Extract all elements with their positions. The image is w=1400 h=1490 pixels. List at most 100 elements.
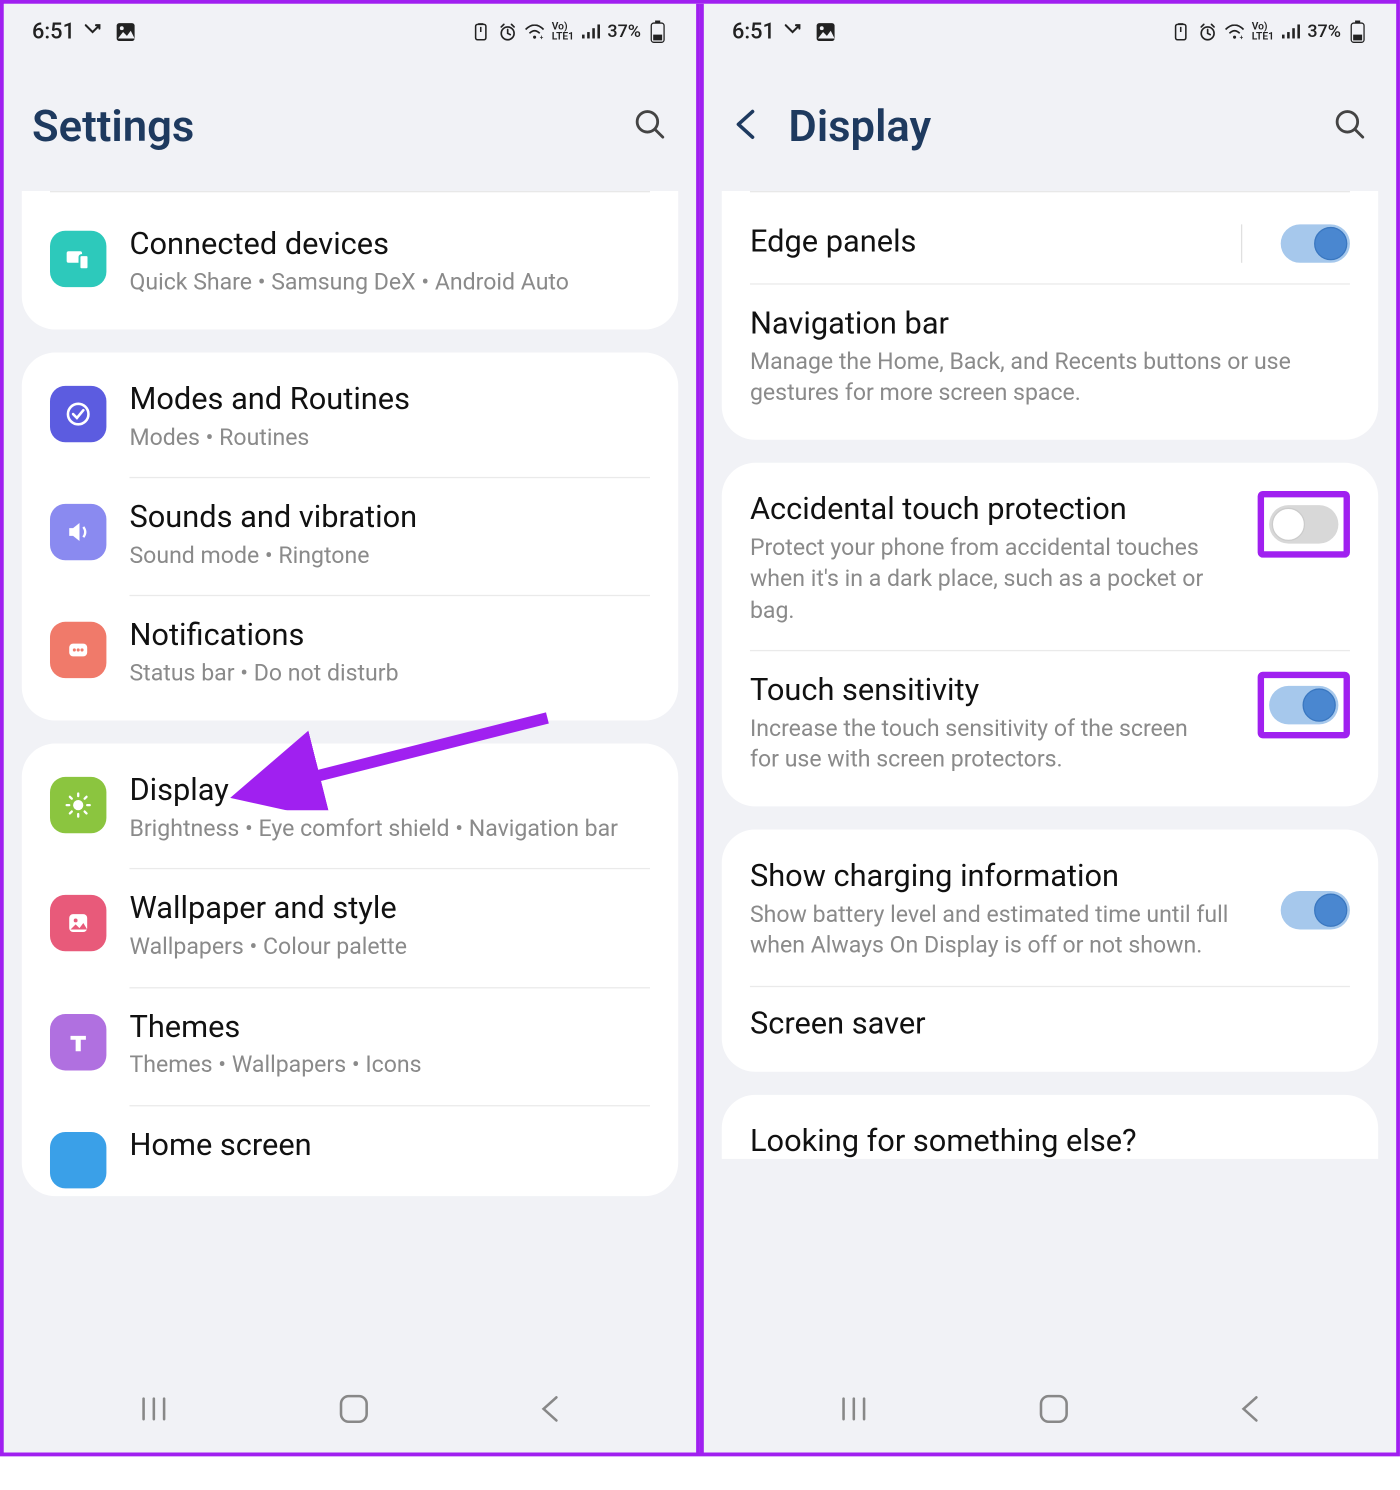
row-wallpaper[interactable]: Wallpaper and style Wallpapers • Colour … — [22, 870, 678, 987]
row-title: Accidental touch protection — [750, 491, 1222, 528]
wifi-icon: + — [525, 22, 546, 43]
nav-bar — [704, 1378, 1396, 1452]
status-time: 6:51 — [732, 19, 775, 45]
card-modes-sounds-notif: Modes and Routines Modes • Routines Soun… — [22, 353, 678, 721]
status-bar: 6:51 + Vo)LTE1 37% — [704, 4, 1396, 60]
row-title: Notifications — [129, 617, 649, 654]
row-title: Screen saver — [750, 1005, 1350, 1042]
row-subtitle: Themes • Wallpapers • Icons — [129, 1050, 649, 1081]
modes-icon — [50, 386, 106, 442]
row-subtitle: Status bar • Do not disturb — [129, 659, 649, 690]
row-edge-panels[interactable]: Edge panels — [722, 205, 1378, 283]
card-connected: Connected devices Quick Share • Samsung … — [22, 191, 678, 330]
annotation-highlight — [1258, 672, 1350, 739]
row-title: Show charging information — [750, 858, 1237, 895]
nav-home[interactable] — [337, 1392, 370, 1430]
missed-call-icon — [85, 22, 106, 43]
alarm-icon — [1198, 22, 1219, 43]
alarm-icon — [498, 22, 519, 43]
row-subtitle: Modes • Routines — [129, 423, 649, 454]
row-home[interactable]: Home screen — [22, 1106, 678, 1188]
nav-home[interactable] — [1037, 1392, 1070, 1430]
wallpaper-icon — [50, 895, 106, 951]
nav-back[interactable] — [1238, 1394, 1261, 1430]
home-screen-icon — [50, 1132, 106, 1188]
search-button[interactable] — [632, 106, 668, 147]
nav-recents[interactable] — [839, 1396, 870, 1427]
status-battery-text: 37% — [607, 22, 641, 43]
card-edge-nav: Edge panels Navigation bar Manage the Ho… — [722, 191, 1378, 440]
row-subtitle: Sound mode • Ringtone — [129, 541, 649, 572]
row-subtitle: Increase the touch sensitivity of the sc… — [750, 714, 1222, 776]
header: Settings — [4, 60, 696, 191]
edge-panels-toggle[interactable] — [1281, 225, 1350, 263]
row-subtitle: Wallpapers • Colour palette — [129, 932, 649, 963]
signal-icon — [1280, 22, 1301, 43]
row-title: Touch sensitivity — [750, 672, 1222, 709]
status-battery-text: 37% — [1307, 22, 1341, 43]
row-navigation-bar[interactable]: Navigation bar Manage the Home, Back, an… — [722, 284, 1378, 432]
battery-icon — [1347, 22, 1368, 43]
card-touch: Accidental touch protection Protect your… — [722, 463, 1378, 807]
row-title: Themes — [129, 1008, 649, 1045]
row-title: Navigation bar — [750, 305, 1350, 342]
volte-icon: Vo)LTE1 — [1252, 22, 1274, 43]
page-title: Settings — [32, 101, 194, 152]
battery-icon — [647, 22, 668, 43]
divider — [1241, 225, 1242, 263]
row-title: Connected devices — [129, 226, 649, 263]
svg-text:+: + — [1240, 34, 1244, 40]
row-title: Wallpaper and style — [129, 890, 649, 927]
row-title: Modes and Routines — [129, 381, 649, 418]
sounds-icon — [50, 504, 106, 560]
status-bar: 6:51 + Vo)LTE1 37% — [4, 4, 696, 60]
row-subtitle: Brightness • Eye comfort shield • Naviga… — [129, 814, 649, 845]
svg-text:+: + — [540, 34, 544, 40]
row-charging-info[interactable]: Show charging information Show battery l… — [722, 837, 1378, 985]
phone-settings: 6:51 + Vo)LTE1 37% Settings — [4, 4, 700, 1453]
row-notifications[interactable]: Notifications Status bar • Do not distur… — [22, 596, 678, 713]
accidental-touch-toggle[interactable] — [1269, 505, 1338, 543]
nav-back[interactable] — [538, 1394, 561, 1430]
row-subtitle: Show battery level and estimated time un… — [750, 900, 1237, 962]
card-display-group: Display Brightness • Eye comfort shield … — [22, 744, 678, 1196]
stopwatch-icon — [471, 22, 492, 43]
signal-icon — [580, 22, 601, 43]
nav-recents[interactable] — [139, 1396, 170, 1427]
row-screen-saver[interactable]: Screen saver — [722, 987, 1378, 1065]
row-title: Edge panels — [750, 223, 1208, 260]
row-display[interactable]: Display Brightness • Eye comfort shield … — [22, 752, 678, 869]
nav-bar — [4, 1378, 696, 1452]
touch-sensitivity-toggle[interactable] — [1269, 686, 1338, 724]
row-title: Sounds and vibration — [129, 499, 649, 536]
missed-call-icon — [785, 22, 806, 43]
connected-devices-icon — [50, 231, 106, 287]
header: Display — [704, 60, 1396, 191]
row-modes[interactable]: Modes and Routines Modes • Routines — [22, 360, 678, 477]
row-subtitle: Quick Share • Samsung DeX • Android Auto — [129, 268, 649, 299]
annotation-highlight — [1258, 491, 1350, 558]
wifi-icon: + — [1225, 22, 1246, 43]
stopwatch-icon — [1171, 22, 1192, 43]
search-button[interactable] — [1332, 106, 1368, 147]
looking-for-card: Looking for something else? — [722, 1095, 1378, 1159]
looking-for-text: Looking for something else? — [750, 1124, 1137, 1160]
card-charging-saver: Show charging information Show battery l… — [722, 830, 1378, 1073]
row-touch-sensitivity[interactable]: Touch sensitivity Increase the touch sen… — [722, 651, 1378, 799]
phone-display: 6:51 + Vo)LTE1 37% — [700, 4, 1396, 1453]
charging-info-toggle[interactable] — [1281, 891, 1350, 929]
row-accidental-touch[interactable]: Accidental touch protection Protect your… — [722, 471, 1378, 650]
row-title: Home screen — [129, 1126, 649, 1163]
volte-icon: Vo)LTE1 — [552, 22, 574, 43]
row-sounds[interactable]: Sounds and vibration Sound mode • Ringto… — [22, 478, 678, 595]
row-subtitle: Protect your phone from accidental touch… — [750, 533, 1222, 626]
row-title: Display — [129, 772, 649, 809]
back-button[interactable] — [732, 108, 760, 146]
notifications-icon — [50, 622, 106, 678]
status-time: 6:51 — [32, 19, 75, 45]
row-subtitle: Manage the Home, Back, and Recents butto… — [750, 347, 1350, 409]
display-icon — [50, 777, 106, 833]
row-themes[interactable]: Themes Themes • Wallpapers • Icons — [22, 988, 678, 1105]
row-connected-devices[interactable]: Connected devices Quick Share • Samsung … — [22, 205, 678, 322]
picture-icon — [116, 22, 137, 43]
